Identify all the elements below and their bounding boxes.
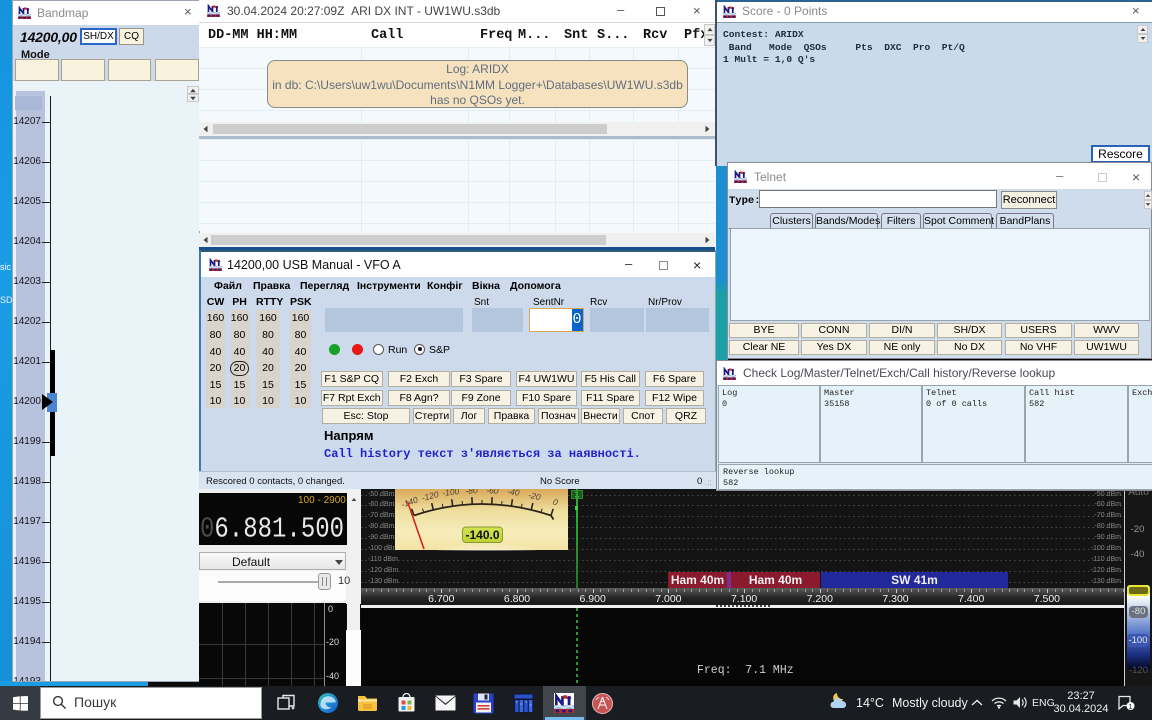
svg-text:1: 1 — [1129, 704, 1133, 711]
svg-text:-60: -60 — [486, 489, 499, 496]
svg-text:-80: -80 — [465, 489, 478, 496]
svg-text:-140.0: -140.0 — [465, 528, 499, 542]
